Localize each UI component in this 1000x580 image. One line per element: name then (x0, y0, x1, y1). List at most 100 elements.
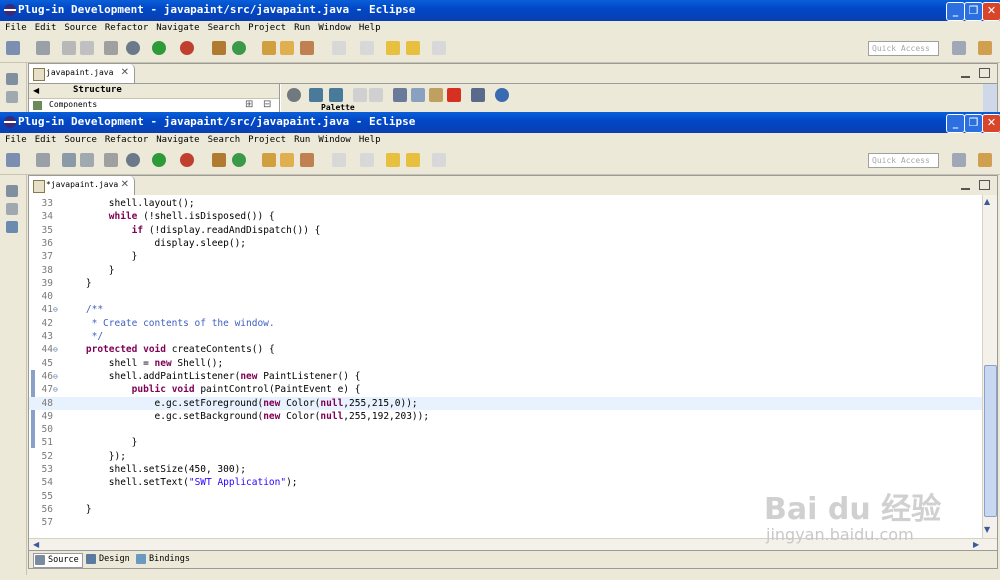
perspective-icon[interactable] (978, 41, 992, 55)
delete-icon[interactable] (447, 88, 461, 102)
print-icon[interactable] (104, 41, 118, 55)
perspective-icon[interactable] (978, 153, 992, 167)
undo-icon[interactable] (353, 88, 367, 102)
fold-toggle-icon[interactable]: ⊖ (53, 303, 58, 316)
save-all-icon[interactable] (80, 153, 94, 167)
code-line[interactable]: 36 display.sleep(); (29, 237, 982, 250)
build-icon[interactable] (212, 41, 226, 55)
close-tab-icon[interactable]: ✕ (121, 179, 129, 190)
close-tab-icon[interactable]: ✕ (121, 67, 129, 78)
preview-icon[interactable] (495, 88, 509, 102)
maximize-button[interactable]: ❐ (964, 114, 983, 133)
print-icon[interactable] (104, 153, 118, 167)
back-icon[interactable] (406, 41, 420, 55)
code-line[interactable]: 54 shell.setText("SWT Application"); (29, 476, 982, 489)
open-folder-icon[interactable] (280, 153, 294, 167)
menu-navigate[interactable]: Navigate (156, 21, 199, 36)
save-all-icon[interactable] (80, 41, 94, 55)
code-line[interactable]: 45 shell = new Shell(); (29, 357, 982, 370)
menu-project[interactable]: Project (248, 21, 286, 36)
open-perspective-icon[interactable] (952, 41, 966, 55)
menu-window[interactable]: Window (318, 21, 351, 36)
annotation-prev-icon[interactable] (360, 41, 374, 55)
copy-icon[interactable] (411, 88, 425, 102)
annotation-next-icon[interactable] (332, 153, 346, 167)
maximize-button[interactable]: ❐ (964, 2, 983, 21)
menu-file[interactable]: File (5, 21, 27, 36)
new-class-icon[interactable] (232, 153, 246, 167)
debug-icon[interactable] (126, 41, 140, 55)
search-icon[interactable] (300, 41, 314, 55)
menu-file[interactable]: File (5, 133, 27, 148)
reparse-icon[interactable] (329, 88, 343, 102)
code-line[interactable]: 50 (29, 423, 982, 436)
code-line[interactable]: 34 while (!shell.isDisposed()) { (29, 210, 982, 223)
properties-icon[interactable] (471, 88, 485, 102)
quick-access-field[interactable]: Quick Access (868, 41, 939, 56)
save-icon[interactable] (62, 41, 76, 55)
redo-icon[interactable] (369, 88, 383, 102)
code-line[interactable]: 43 */ (29, 330, 982, 343)
scroll-right-icon[interactable]: ▶ (973, 540, 979, 549)
new-type-icon[interactable] (36, 41, 50, 55)
forward-icon[interactable] (432, 41, 446, 55)
title-bar[interactable]: Plug-in Development - javapaint/src/java… (0, 112, 1000, 133)
fold-toggle-icon[interactable]: ⊖ (53, 370, 58, 383)
new-icon[interactable] (6, 153, 20, 167)
code-line[interactable]: 40 (29, 290, 982, 303)
outline-icon[interactable] (6, 91, 18, 103)
collapse-left-icon[interactable]: ◀ (33, 86, 39, 95)
forward-icon[interactable] (432, 153, 446, 167)
last-edit-icon[interactable] (386, 41, 400, 55)
open-type-icon[interactable] (262, 153, 276, 167)
menu-source[interactable]: Source (64, 133, 97, 148)
menu-help[interactable]: Help (359, 21, 381, 36)
code-editor[interactable]: 33 shell.layout(); 34 while (!shell.isDis… (29, 195, 982, 538)
code-line[interactable]: 33 shell.layout(); (29, 197, 982, 210)
last-edit-icon[interactable] (386, 153, 400, 167)
menu-navigate[interactable]: Navigate (156, 133, 199, 148)
code-line[interactable]: 47 ⊖ public void paintControl(PaintEvent … (29, 383, 982, 396)
expand-icon[interactable]: ⊞ (245, 99, 253, 110)
new-type-icon[interactable] (36, 153, 50, 167)
close-button[interactable]: ✕ (982, 114, 1000, 133)
search-icon[interactable] (300, 153, 314, 167)
menu-run[interactable]: Run (294, 21, 310, 36)
collapse-icon[interactable]: ⊟ (263, 99, 271, 110)
code-line[interactable]: 44 ⊖ protected void createContents() { (29, 343, 982, 356)
code-line[interactable]: 38 } (29, 264, 982, 277)
external-tools-icon[interactable] (180, 153, 194, 167)
back-icon[interactable] (406, 153, 420, 167)
tab-javapaint[interactable]: javapaint.java ✕ (29, 64, 135, 83)
menu-search[interactable]: Search (208, 21, 241, 36)
minimize-view-icon[interactable] (961, 180, 970, 190)
components-row[interactable]: Components ⊞ ⊟ (29, 98, 279, 112)
minimize-button[interactable]: _ (946, 2, 965, 21)
paste-icon[interactable] (429, 88, 443, 102)
code-line[interactable]: 49 e.gc.setBackground(new Color(null,255… (29, 410, 982, 423)
annotation-prev-icon[interactable] (360, 153, 374, 167)
fold-toggle-icon[interactable]: ⊖ (53, 383, 58, 396)
code-line[interactable]: 42 * Create contents of the window. (29, 317, 982, 330)
scroll-down-icon[interactable]: ▼ (984, 525, 990, 534)
scroll-up-icon[interactable]: ▲ (984, 197, 990, 206)
new-class-icon[interactable] (232, 41, 246, 55)
tab-javapaint[interactable]: *javapaint.java ✕ (29, 176, 135, 195)
code-line[interactable]: 51 } (29, 436, 982, 449)
vertical-scrollbar[interactable]: ▲ ▼ (982, 195, 997, 538)
save-icon[interactable] (62, 153, 76, 167)
external-tools-icon[interactable] (180, 41, 194, 55)
menu-edit[interactable]: Edit (35, 21, 57, 36)
menu-source[interactable]: Source (64, 21, 97, 36)
title-bar[interactable]: Plug-in Development - javapaint/src/java… (0, 0, 1000, 21)
open-folder-icon[interactable] (280, 41, 294, 55)
code-line[interactable]: 37 } (29, 250, 982, 263)
menu-search[interactable]: Search (208, 133, 241, 148)
refresh-icon[interactable] (309, 88, 323, 102)
code-line[interactable]: 41 ⊖ /** (29, 303, 982, 316)
build-icon[interactable] (212, 153, 226, 167)
scroll-thumb[interactable] (984, 365, 997, 517)
restore-icon[interactable] (6, 185, 18, 197)
menu-window[interactable]: Window (318, 133, 351, 148)
menu-refactor[interactable]: Refactor (105, 133, 148, 148)
